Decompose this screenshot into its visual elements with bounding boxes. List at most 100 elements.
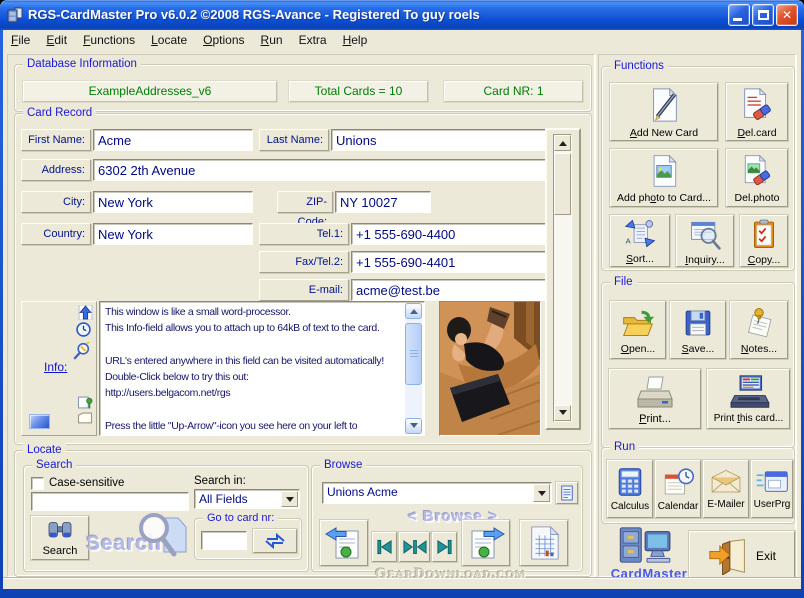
exit-button[interactable]: Exit bbox=[689, 531, 795, 580]
country-label: Country: bbox=[21, 223, 91, 245]
goto-card-input[interactable] bbox=[201, 531, 247, 550]
search-input[interactable] bbox=[31, 492, 189, 511]
cardmaster-logo-icon bbox=[619, 527, 671, 563]
functions-group: Functions Add New Card Del.card Add phot… bbox=[601, 59, 795, 271]
chevron-down-icon bbox=[537, 490, 546, 500]
zip-label: ZIP-Code: bbox=[277, 191, 333, 228]
last-record-icon bbox=[437, 539, 452, 555]
last-name-input[interactable] bbox=[331, 129, 547, 151]
goto-card-button[interactable] bbox=[253, 529, 297, 553]
info-clock-icon[interactable] bbox=[76, 322, 91, 337]
card-scroll-down-button[interactable] bbox=[554, 405, 571, 421]
add-photo-button[interactable]: Add photo to Card... bbox=[610, 149, 718, 207]
info-scrollbar[interactable] bbox=[405, 303, 422, 434]
footer-bar bbox=[3, 577, 801, 589]
tel1-label: Tel.1: bbox=[259, 223, 349, 245]
page-picture-eraser-icon bbox=[744, 154, 771, 185]
sort-button[interactable]: A Sort... bbox=[610, 215, 670, 267]
info-page-blank-icon[interactable] bbox=[77, 412, 93, 425]
menu-help[interactable]: Help bbox=[335, 30, 376, 50]
save-button[interactable]: Save... bbox=[670, 301, 726, 359]
card-scroll-thumb[interactable] bbox=[554, 153, 571, 215]
first-record-icon bbox=[377, 539, 392, 555]
del-photo-button[interactable]: Del.photo bbox=[726, 149, 788, 207]
info-expand-icon[interactable] bbox=[78, 305, 93, 320]
info-page-photo-icon[interactable] bbox=[77, 396, 93, 409]
browse-center-button[interactable] bbox=[399, 532, 430, 562]
document-sort-arrows-icon: A bbox=[624, 219, 656, 247]
info-label[interactable]: Info: bbox=[44, 360, 67, 374]
menu-functions[interactable]: Functions bbox=[75, 30, 143, 50]
maximize-button[interactable] bbox=[752, 4, 774, 26]
print-button[interactable]: Print... bbox=[609, 369, 701, 429]
notes-button[interactable]: Notes... bbox=[730, 301, 788, 359]
del-card-button[interactable]: Del.card bbox=[726, 83, 788, 141]
fax-tel2-label: Fax/Tel.2: bbox=[259, 251, 349, 273]
minimize-button[interactable] bbox=[728, 4, 750, 26]
add-new-card-button[interactable]: Add New Card bbox=[610, 83, 718, 141]
case-sensitive-checkbox[interactable] bbox=[31, 477, 44, 490]
menu-extra[interactable]: Extra bbox=[291, 30, 335, 50]
browse-list-button[interactable] bbox=[556, 482, 578, 504]
search-button[interactable]: Search bbox=[31, 516, 89, 560]
copy-label: Copy... bbox=[747, 253, 781, 266]
goto-card-group: Go to card nr: bbox=[194, 511, 302, 560]
close-button[interactable]: ✕ bbox=[776, 4, 798, 26]
search-in-dropdown-button[interactable] bbox=[281, 491, 298, 507]
email-input[interactable] bbox=[351, 279, 547, 301]
calendar-button[interactable]: Calendar bbox=[655, 460, 701, 518]
card-scroll-up-button[interactable] bbox=[554, 135, 571, 151]
menu-edit[interactable]: Edit bbox=[38, 30, 75, 50]
exit-label: Exit bbox=[755, 548, 776, 563]
open-button[interactable]: Open... bbox=[610, 301, 666, 359]
floppy-disk-icon bbox=[685, 310, 711, 335]
tel1-input[interactable] bbox=[351, 223, 547, 245]
info-search-icon[interactable] bbox=[72, 342, 90, 360]
copy-button[interactable]: Copy... bbox=[740, 215, 788, 267]
menu-run[interactable]: Run bbox=[253, 30, 291, 50]
inquiry-button[interactable]: Inquiry... bbox=[676, 215, 734, 267]
photo-image bbox=[440, 302, 540, 435]
close-icon: ✕ bbox=[781, 8, 793, 22]
userprg-label: UserPrg bbox=[753, 498, 791, 510]
calendar-clock-icon bbox=[664, 467, 694, 494]
notes-label: Notes... bbox=[740, 342, 778, 355]
card-record-group: Card Record First Name: Last Name: Addre… bbox=[14, 106, 592, 445]
emailer-button[interactable]: E-Mailer bbox=[703, 460, 749, 518]
zip-input[interactable] bbox=[335, 191, 431, 213]
search-in-dropdown[interactable]: All Fields bbox=[194, 489, 300, 509]
info-scroll-down-button[interactable] bbox=[405, 418, 422, 434]
userprg-button[interactable]: UserPrg bbox=[751, 460, 793, 518]
browse-prev-button[interactable] bbox=[320, 520, 368, 566]
browse-next-button[interactable] bbox=[462, 520, 510, 566]
client-area: Database Information ExampleAddresses_v6… bbox=[3, 51, 801, 589]
info-color-swatch[interactable] bbox=[29, 414, 50, 429]
info-scroll-up-button[interactable] bbox=[405, 303, 422, 319]
database-info-group-label: Database Information bbox=[23, 57, 141, 72]
calculus-button[interactable]: Calculus bbox=[607, 460, 653, 518]
chevron-down-icon bbox=[285, 496, 294, 506]
browse-combo-dropdown-button[interactable] bbox=[533, 484, 550, 502]
info-textarea[interactable]: This window is like a small word-process… bbox=[99, 301, 425, 436]
last-name-label: Last Name: bbox=[259, 129, 329, 151]
note-pushpin-icon bbox=[748, 307, 772, 337]
browse-combo[interactable]: Unions Acme bbox=[322, 482, 552, 504]
envelope-icon bbox=[711, 469, 741, 492]
card-scrollbar[interactable] bbox=[553, 134, 572, 422]
menu-locate[interactable]: Locate bbox=[143, 30, 195, 50]
address-input[interactable] bbox=[93, 159, 547, 181]
add-new-card-label: Add New Card bbox=[629, 126, 699, 139]
first-name-input[interactable] bbox=[93, 129, 253, 151]
goto-card-label: Go to card nr: bbox=[203, 511, 279, 526]
country-input[interactable] bbox=[93, 223, 253, 245]
print-this-card-button[interactable]: Print this card... bbox=[707, 369, 790, 429]
print-label: Print... bbox=[639, 412, 671, 425]
menu-options[interactable]: Options bbox=[195, 30, 252, 50]
browse-grid-button[interactable] bbox=[520, 520, 568, 566]
info-scroll-thumb[interactable] bbox=[405, 323, 422, 385]
city-input[interactable] bbox=[93, 191, 253, 213]
browse-last-button[interactable] bbox=[432, 532, 457, 562]
fax-tel2-input[interactable] bbox=[351, 251, 547, 273]
browse-first-button[interactable] bbox=[372, 532, 397, 562]
menu-file[interactable]: File bbox=[3, 30, 38, 50]
